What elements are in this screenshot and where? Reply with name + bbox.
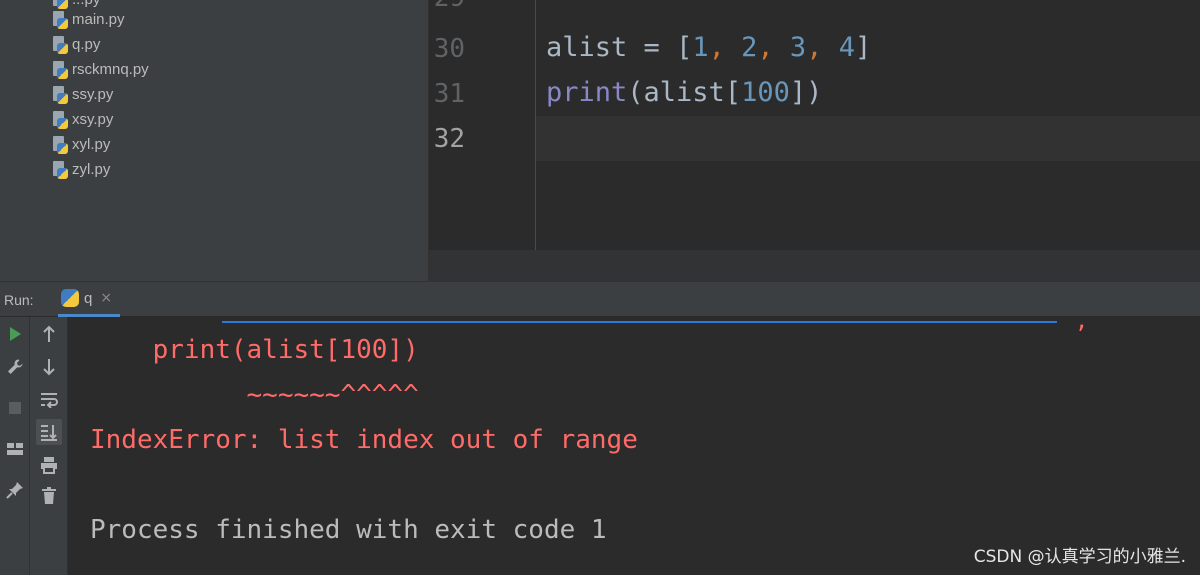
tree-item-xsy-py[interactable]: xsy.py [52,107,113,132]
tree-item-main-py[interactable]: main.py [52,7,125,32]
watermark: CSDN @认真学习的小雅兰. [973,547,1186,567]
arrow-down-icon[interactable] [36,354,62,380]
truncated-comma: , [1075,317,1089,334]
error-message: IndexError: list index out of range [90,425,638,455]
tree-item-label: xyl.py [72,136,111,153]
arrow-up-icon[interactable] [36,321,62,347]
stop-icon[interactable] [2,395,28,421]
process-exit-message: Process finished with exit code 1 [90,515,607,545]
truncated-link-underline [222,317,1057,323]
code-token-comma: , [708,32,725,63]
python-file-icon [52,110,68,129]
line-number-current: 32 [433,124,465,154]
run-tab-label: q [84,289,93,307]
tree-item-q-py[interactable]: q.py [52,32,100,57]
tree-item-label: xsy.py [72,111,114,128]
current-line-highlight [536,116,1200,161]
code-token-number: 100 [741,77,790,108]
print-icon[interactable] [36,452,62,478]
tree-item-label: zyl.py [72,161,111,178]
soft-wrap-icon[interactable] [36,387,62,413]
run-toolbar-right [30,317,68,575]
scroll-to-end-icon[interactable] [36,419,62,445]
run-console[interactable]: ........................................… [69,317,1200,575]
close-icon[interactable]: × [100,290,112,306]
tree-item-label: rsckmnq.py [72,61,149,78]
python-file-icon [52,60,68,79]
traceback-caret-line: ~~~~~~^^^^^ [90,380,419,410]
code-token: (alist[ [627,77,742,108]
code-token-number: 4 [838,32,855,63]
code-token-builtin: print [546,77,628,108]
code-line-31: print(alist[100]) [546,77,822,108]
pin-icon[interactable] [2,477,28,503]
tree-item-rsckmnq-py[interactable]: rsckmnq.py [52,57,149,82]
trash-icon[interactable] [36,483,62,509]
code-line-30: alist = [1, 2, 3, 4] [546,32,871,63]
tree-item-label: q.py [72,36,101,53]
code-token: alist [546,32,628,63]
code-token: = [627,32,677,63]
line-number: 31 [433,79,465,109]
run-icon[interactable] [2,321,28,347]
code-token-number: 2 [741,32,758,63]
python-file-icon [52,135,68,154]
code-token: ]) [789,77,823,108]
tree-item-zyl-py[interactable]: zyl.py [52,157,110,182]
code-token: [ [676,32,693,63]
python-file-icon [52,160,68,179]
python-file-icon [52,10,68,29]
editor-footer [429,250,1200,281]
project-tree: ...py main.py q.py rsckmnq.py ssy.py xsy… [0,0,428,281]
wrench-icon[interactable] [2,354,28,380]
code-token-number: 1 [692,32,709,63]
run-label: Run: [4,292,34,308]
run-panel-header: Run: q × [0,281,1200,317]
code-token-number: 3 [789,32,807,63]
python-file-icon [52,85,68,104]
run-toolbar-left [0,317,30,575]
run-tab-q[interactable]: q × [58,282,120,317]
line-number: 29 [429,0,465,13]
code-token: ] [854,32,872,63]
python-icon [61,289,79,307]
gutter-divider [535,0,536,250]
tree-item-ssy-py[interactable]: ssy.py [52,82,113,107]
tree-item-xyl-py[interactable]: xyl.py [52,132,110,157]
line-number: 30 [433,34,465,64]
layout-icon[interactable] [2,436,28,462]
code-token-comma: , [757,32,774,63]
traceback-code-line: print(alist[100]) [90,335,419,365]
tree-item-label: main.py [72,11,125,28]
code-token-comma: , [806,32,823,63]
code-editor[interactable]: 29 30 31 32 alist = [1, 2, 3, 4] print(a… [428,0,1200,281]
python-file-icon [52,35,68,54]
tree-item-label: ssy.py [72,86,114,103]
